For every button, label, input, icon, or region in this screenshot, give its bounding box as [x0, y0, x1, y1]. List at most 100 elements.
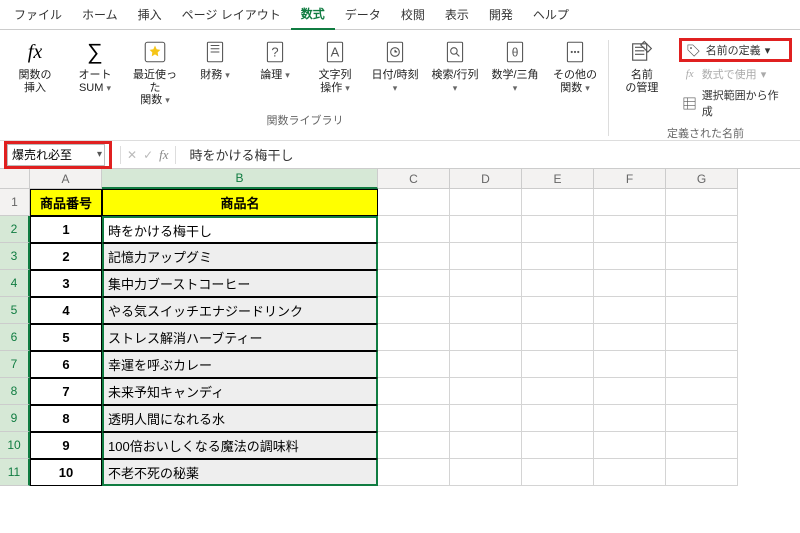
- cell-b10[interactable]: 100倍おいしくなる魔法の調味料: [102, 432, 378, 459]
- tab-view[interactable]: 表示: [435, 0, 479, 29]
- tab-file[interactable]: ファイル: [4, 0, 72, 29]
- col-header-c[interactable]: C: [378, 169, 450, 189]
- cell[interactable]: [522, 270, 594, 297]
- cell-b7[interactable]: 幸運を呼ぶカレー: [102, 351, 378, 378]
- cell[interactable]: [522, 243, 594, 270]
- col-header-f[interactable]: F: [594, 169, 666, 189]
- define-name-button[interactable]: 名前の定義 ▾: [679, 38, 792, 62]
- cell[interactable]: [450, 189, 522, 216]
- cell[interactable]: [450, 378, 522, 405]
- cell[interactable]: [450, 459, 522, 486]
- cell-a4[interactable]: 3: [30, 270, 102, 297]
- cell[interactable]: [666, 351, 738, 378]
- tab-help[interactable]: ヘルプ: [523, 0, 579, 29]
- cell[interactable]: [522, 405, 594, 432]
- cell[interactable]: [522, 189, 594, 216]
- accept-icon[interactable]: ✓: [143, 148, 153, 162]
- cell[interactable]: [594, 189, 666, 216]
- financial-button[interactable]: 財務 ▾: [188, 36, 242, 84]
- cell[interactable]: [594, 297, 666, 324]
- cell-a10[interactable]: 9: [30, 432, 102, 459]
- cell[interactable]: [522, 432, 594, 459]
- cell-a6[interactable]: 5: [30, 324, 102, 351]
- cell-b6[interactable]: ストレス解消ハーブティー: [102, 324, 378, 351]
- col-header-g[interactable]: G: [666, 169, 738, 189]
- cell[interactable]: [594, 324, 666, 351]
- col-header-a[interactable]: A: [30, 169, 102, 189]
- row-header-5[interactable]: 5: [0, 297, 30, 324]
- cell[interactable]: [450, 270, 522, 297]
- row-header-10[interactable]: 10: [0, 432, 30, 459]
- cell[interactable]: [450, 405, 522, 432]
- cell-b11[interactable]: 不老不死の秘薬: [102, 459, 378, 486]
- cell[interactable]: [666, 216, 738, 243]
- recently-used-button[interactable]: 最近使った 関数 ▾: [128, 36, 182, 109]
- math-button[interactable]: θ 数学/三角 ▾: [488, 36, 542, 96]
- row-header-1[interactable]: 1: [0, 189, 30, 216]
- chevron-down-icon[interactable]: ▾: [97, 149, 102, 160]
- cell-b5[interactable]: やる気スイッチエナジードリンク: [102, 297, 378, 324]
- cell[interactable]: [378, 405, 450, 432]
- cell[interactable]: [594, 405, 666, 432]
- tab-review[interactable]: 校閲: [391, 0, 435, 29]
- cell[interactable]: [378, 297, 450, 324]
- cell[interactable]: [522, 216, 594, 243]
- more-functions-button[interactable]: その他の 関数 ▾: [548, 36, 602, 96]
- cell-a5[interactable]: 4: [30, 297, 102, 324]
- cell[interactable]: [450, 243, 522, 270]
- logical-button[interactable]: ? 論理 ▾: [248, 36, 302, 84]
- cell[interactable]: [594, 216, 666, 243]
- cell-a3[interactable]: 2: [30, 243, 102, 270]
- cell[interactable]: [666, 405, 738, 432]
- cell[interactable]: [378, 432, 450, 459]
- row-header-9[interactable]: 9: [0, 405, 30, 432]
- cell[interactable]: [450, 324, 522, 351]
- cell-a1[interactable]: 商品番号: [30, 189, 102, 216]
- cell[interactable]: [522, 324, 594, 351]
- cell[interactable]: [378, 351, 450, 378]
- cell-a2[interactable]: 1: [30, 216, 102, 243]
- cell-a9[interactable]: 8: [30, 405, 102, 432]
- row-header-3[interactable]: 3: [0, 243, 30, 270]
- cell[interactable]: [450, 297, 522, 324]
- cell[interactable]: [378, 324, 450, 351]
- row-header-8[interactable]: 8: [0, 378, 30, 405]
- cell[interactable]: [666, 243, 738, 270]
- cell[interactable]: [450, 351, 522, 378]
- tab-home[interactable]: ホーム: [72, 0, 128, 29]
- cell[interactable]: [378, 243, 450, 270]
- col-header-b[interactable]: B: [102, 169, 378, 189]
- autosum-button[interactable]: ∑ オート SUM ▾: [68, 36, 122, 96]
- cell[interactable]: [666, 378, 738, 405]
- cell[interactable]: [378, 459, 450, 486]
- cell-b1[interactable]: 商品名: [102, 189, 378, 216]
- lookup-button[interactable]: 検索/行列 ▾: [428, 36, 482, 96]
- cell[interactable]: [594, 378, 666, 405]
- name-manager-button[interactable]: 名前 の管理: [615, 36, 669, 96]
- col-header-d[interactable]: D: [450, 169, 522, 189]
- cell[interactable]: [522, 378, 594, 405]
- cell[interactable]: [594, 351, 666, 378]
- insert-function-button[interactable]: fx 関数の 挿入: [8, 36, 62, 96]
- cell[interactable]: [666, 324, 738, 351]
- cell-b9[interactable]: 透明人間になれる水: [102, 405, 378, 432]
- fx-icon[interactable]: fx: [159, 147, 168, 163]
- cell[interactable]: [378, 216, 450, 243]
- datetime-button[interactable]: 日付/時刻 ▾: [368, 36, 422, 96]
- col-header-e[interactable]: E: [522, 169, 594, 189]
- cell[interactable]: [594, 459, 666, 486]
- row-header-7[interactable]: 7: [0, 351, 30, 378]
- text-button[interactable]: A 文字列 操作 ▾: [308, 36, 362, 96]
- tab-pagelayout[interactable]: ページ レイアウト: [172, 0, 291, 29]
- cell-b3[interactable]: 記憶力アップグミ: [102, 243, 378, 270]
- row-header-11[interactable]: 11: [0, 459, 30, 486]
- cell[interactable]: [666, 459, 738, 486]
- cell[interactable]: [450, 216, 522, 243]
- use-in-formula-button[interactable]: fx 数式で使用 ▾: [679, 65, 792, 83]
- tab-formulas[interactable]: 数式: [291, 0, 335, 30]
- cell-b4[interactable]: 集中力ブーストコーヒー: [102, 270, 378, 297]
- cell[interactable]: [666, 297, 738, 324]
- create-from-selection-button[interactable]: 選択範囲から作成: [679, 86, 792, 120]
- cancel-icon[interactable]: ✕: [127, 148, 137, 162]
- name-box[interactable]: 爆売れ必至 ▾: [7, 144, 105, 166]
